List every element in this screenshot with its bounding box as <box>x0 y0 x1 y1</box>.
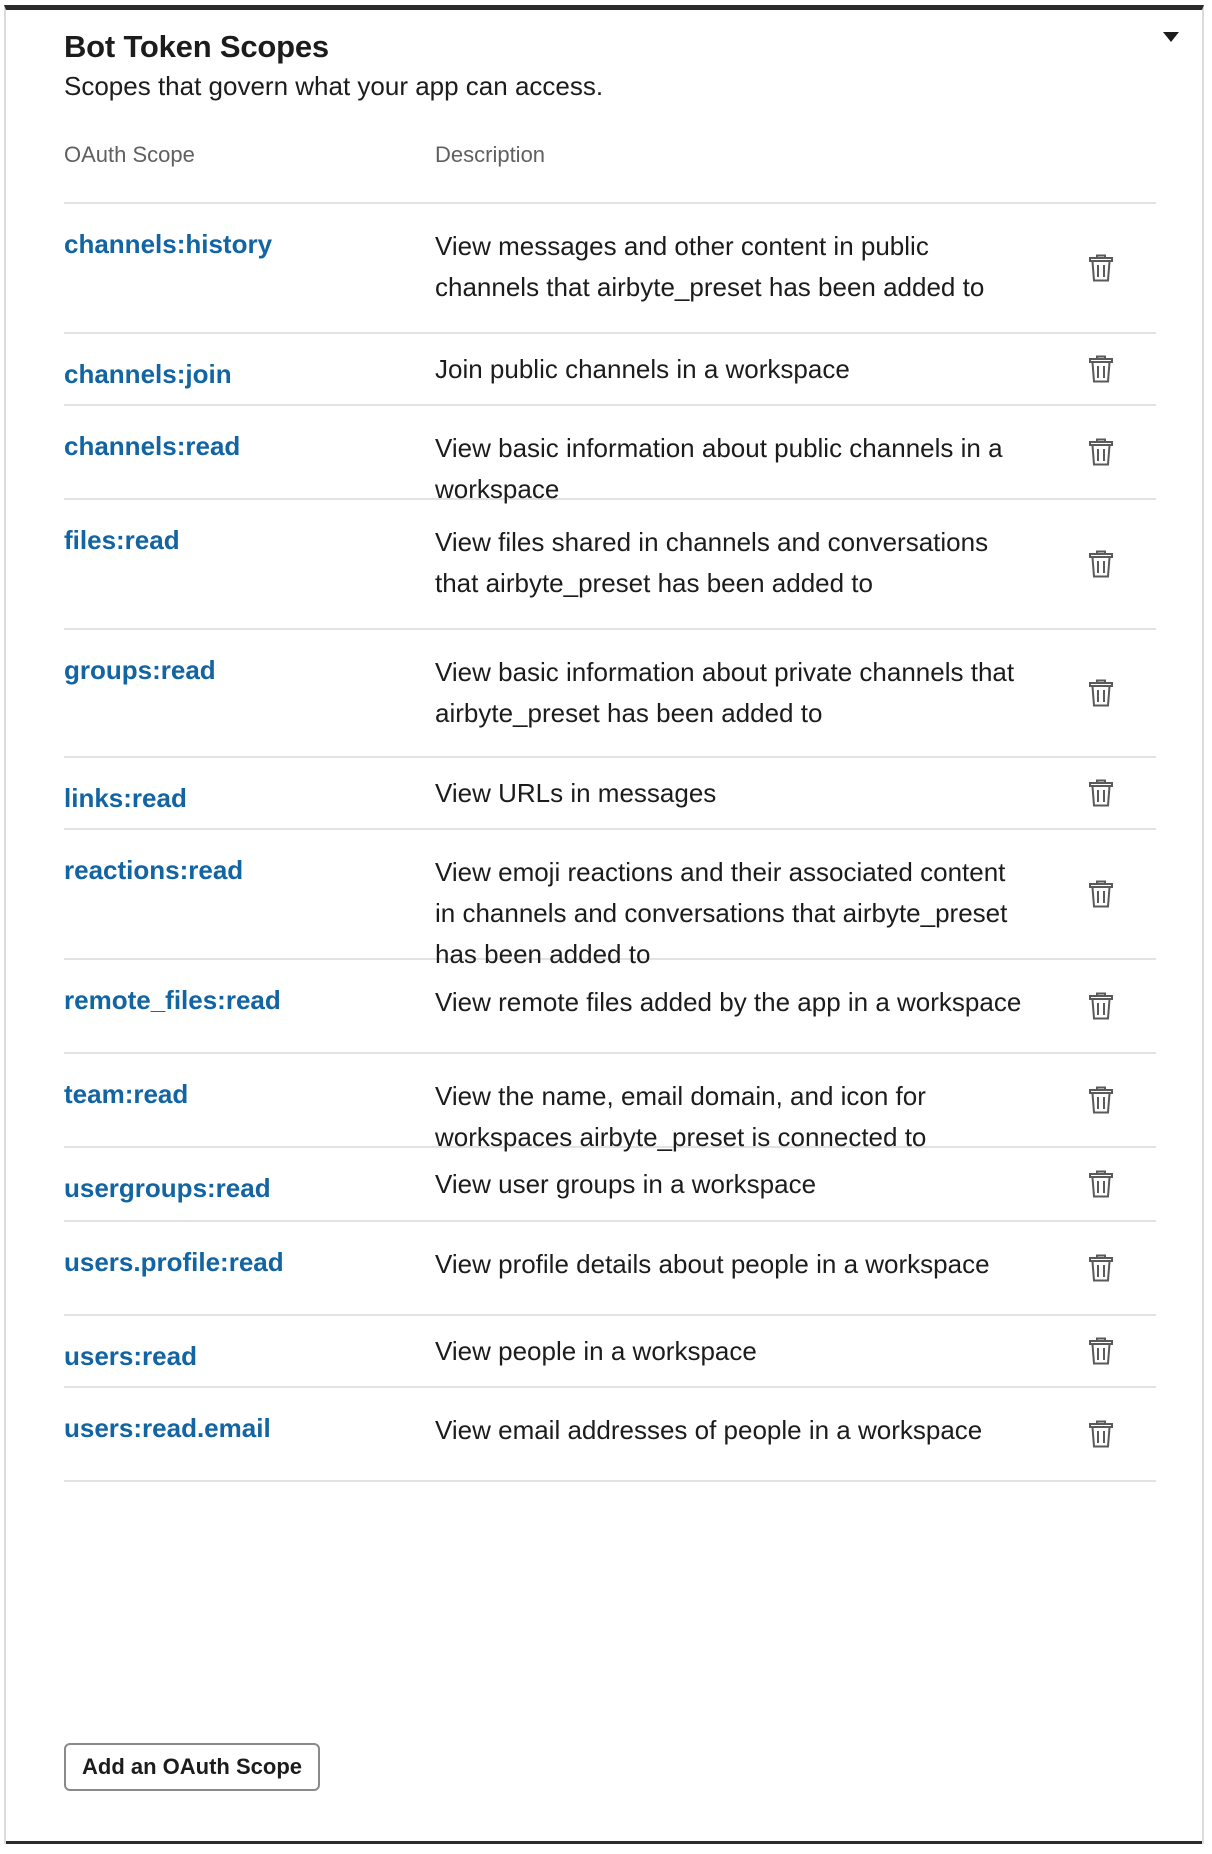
section-header: Bot Token Scopes Scopes that govern what… <box>64 28 1162 102</box>
scope-link[interactable]: users:read <box>64 1316 435 1386</box>
scope-description: View URLs in messages <box>435 777 717 808</box>
trash-icon <box>1088 992 1113 1020</box>
table-row: users:read View people in a workspace <box>64 1316 1156 1388</box>
trash-icon <box>1088 679 1113 707</box>
trash-icon <box>1088 355 1113 383</box>
delete-scope-button[interactable] <box>1084 989 1118 1023</box>
table-row: users.profile:read View profile details a… <box>64 1222 1156 1316</box>
scope-link[interactable]: channels:history <box>64 204 435 332</box>
scope-link[interactable]: usergroups:read <box>64 1148 435 1220</box>
table-header: OAuth Scope Description <box>64 142 1156 204</box>
delete-scope-button[interactable] <box>1084 352 1118 386</box>
trash-icon <box>1088 550 1113 578</box>
delete-scope-button[interactable] <box>1084 1083 1118 1117</box>
delete-scope-button[interactable] <box>1084 435 1118 469</box>
panel-bottom-border <box>6 1841 1202 1844</box>
scope-description: View remote files added by the app in a … <box>435 987 1022 1017</box>
scope-description: View messages and other content in publi… <box>435 231 985 302</box>
trash-icon <box>1088 254 1113 282</box>
delete-scope-button[interactable] <box>1084 877 1118 911</box>
scope-link[interactable]: channels:join <box>64 334 435 404</box>
trash-icon <box>1088 1254 1113 1282</box>
trash-icon <box>1088 880 1113 908</box>
scope-link[interactable]: users:read.email <box>64 1388 435 1480</box>
trash-icon <box>1088 1086 1113 1114</box>
collapse-toggle-button[interactable] <box>1158 24 1184 50</box>
scope-description: Join public channels in a workspace <box>435 353 850 384</box>
delete-scope-button[interactable] <box>1084 1251 1118 1285</box>
delete-scope-button[interactable] <box>1084 547 1118 581</box>
delete-scope-button[interactable] <box>1084 676 1118 710</box>
table-row: channels:read View basic information abou… <box>64 406 1156 504</box>
table-row: channels:join Join public channels in a w… <box>64 334 1156 406</box>
bot-token-scopes-panel: Bot Token Scopes Scopes that govern what… <box>4 5 1204 1844</box>
scope-description: View basic information about public chan… <box>435 433 1003 504</box>
scopes-table: OAuth Scope Description channels:history… <box>64 142 1156 1482</box>
trash-icon <box>1088 779 1113 807</box>
table-row: usergroups:read View user groups in a wor… <box>64 1148 1156 1222</box>
trash-icon <box>1088 438 1113 466</box>
scope-description: View email addresses of people in a work… <box>435 1415 983 1445</box>
scope-link[interactable]: remote_files:read <box>64 960 435 1052</box>
column-header-description: Description <box>435 142 546 167</box>
trash-icon <box>1088 1420 1113 1448</box>
scope-description: View the name, email domain, and icon fo… <box>435 1081 927 1152</box>
scope-link[interactable]: files:read <box>64 500 435 628</box>
caret-down-icon <box>1163 32 1179 42</box>
table-row: remote_files:read View remote files added… <box>64 960 1156 1054</box>
scope-description: View files shared in channels and conver… <box>435 527 989 598</box>
scope-description: View basic information about private cha… <box>435 657 1015 728</box>
scope-description: View people in a workspace <box>435 1335 757 1366</box>
scope-link[interactable]: reactions:read <box>64 830 435 958</box>
scope-link[interactable]: channels:read <box>64 406 435 498</box>
table-body: channels:history View messages and other … <box>64 204 1156 1482</box>
scope-link[interactable]: team:read <box>64 1054 435 1146</box>
table-row: team:read View the name, email domain, an… <box>64 1054 1156 1152</box>
section-title: Bot Token Scopes <box>64 29 329 64</box>
table-row: groups:read View basic information about … <box>64 630 1156 758</box>
delete-scope-button[interactable] <box>1084 251 1118 285</box>
table-row: users:read.email View email addresses of … <box>64 1388 1156 1482</box>
table-row: reactions:read View emoji reactions and t… <box>64 830 1156 969</box>
delete-scope-button[interactable] <box>1084 1167 1118 1201</box>
scope-description: View user groups in a workspace <box>435 1168 817 1199</box>
section-subtitle: Scopes that govern what your app can acc… <box>64 71 604 102</box>
table-row: links:read View URLs in messages <box>64 758 1156 830</box>
scope-link[interactable]: users.profile:read <box>64 1222 435 1314</box>
delete-scope-button[interactable] <box>1084 1334 1118 1368</box>
add-oauth-scope-button[interactable]: Add an OAuth Scope <box>64 1743 320 1791</box>
scope-description: View emoji reactions and their associate… <box>435 857 1008 969</box>
scope-link[interactable]: groups:read <box>64 630 435 756</box>
delete-scope-button[interactable] <box>1084 1417 1118 1451</box>
table-row: channels:history View messages and other … <box>64 204 1156 334</box>
trash-icon <box>1088 1170 1113 1198</box>
column-header-oauth-scope: OAuth Scope <box>64 142 195 167</box>
scope-description: View profile details about people in a w… <box>435 1249 990 1279</box>
table-row: files:read View files shared in channels … <box>64 500 1156 630</box>
scope-link[interactable]: links:read <box>64 758 435 828</box>
delete-scope-button[interactable] <box>1084 776 1118 810</box>
trash-icon <box>1088 1337 1113 1365</box>
